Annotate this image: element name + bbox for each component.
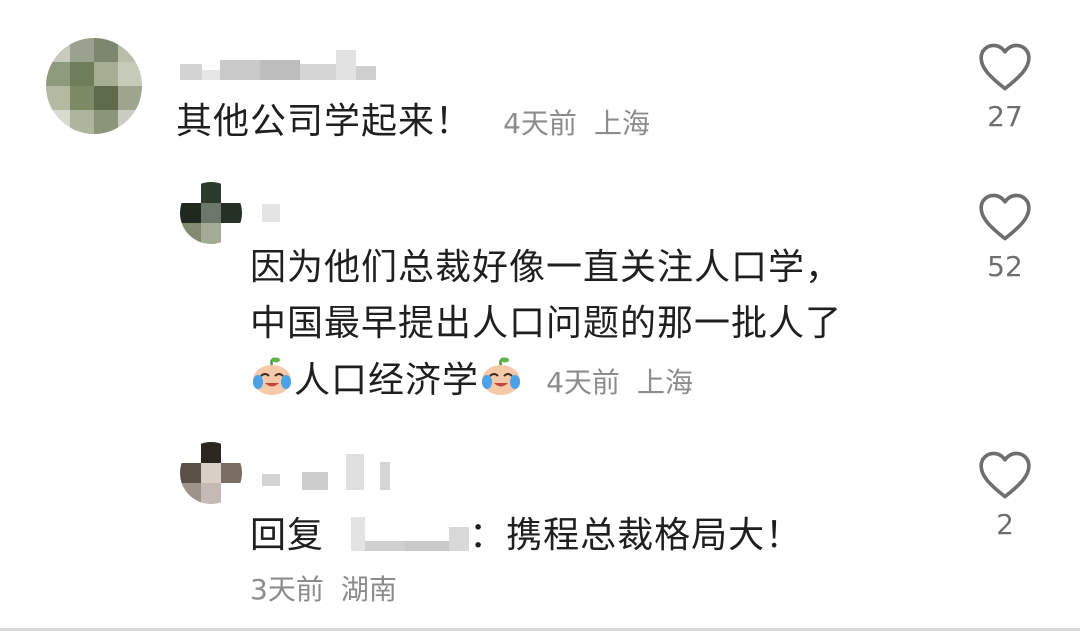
comment-text-line: 中国最早提出人口问题的那一批人了 [250, 303, 843, 344]
avatar[interactable] [180, 442, 242, 504]
comment-time: 4天前 [546, 366, 620, 399]
comment-body[interactable]: 回复 ：携程总裁格局大！ [250, 510, 802, 562]
comment-3: 回复 ：携程总裁格局大！ 3天前 湖南 2 [0, 430, 1080, 630]
comment-2: 因为他们总裁好像一直关注人口学， 中国最早提出人口问题的那一批人了 人口经济学 [0, 170, 1080, 430]
avatar[interactable] [180, 182, 242, 244]
crying-laughing-emoji-icon [250, 354, 294, 398]
heart-outline-icon[interactable] [977, 42, 1033, 92]
comment-location: 上海 [637, 366, 694, 399]
reply-target-username-blurred[interactable] [351, 517, 470, 551]
reply-prefix: 回复 [250, 515, 325, 556]
comment-body[interactable]: 因为他们总裁好像一直关注人口学， 中国最早提出人口问题的那一批人了 人口经济学 [250, 242, 950, 407]
comment-text-line: 因为他们总裁好像一直关注人口学， [250, 247, 843, 288]
avatar[interactable] [46, 38, 142, 134]
reply-colon: ： [469, 515, 507, 556]
comment-body[interactable]: 其他公司学起来！ 4天前 上海 [176, 96, 650, 148]
username-blurred[interactable] [180, 40, 376, 80]
like-button[interactable]: 2 [970, 450, 1040, 541]
like-button[interactable]: 27 [970, 42, 1040, 133]
comment-text: 携程总裁格局大！ [506, 515, 803, 556]
comment-time: 3天前 [250, 573, 324, 606]
crying-laughing-emoji-icon [479, 354, 523, 398]
comment-location: 上海 [594, 107, 651, 140]
username-blurred[interactable] [262, 202, 280, 222]
comment-time: 4天前 [503, 107, 577, 140]
like-count: 52 [987, 250, 1023, 283]
comment-1: 其他公司学起来！ 4天前 上海 27 [0, 0, 1080, 170]
like-count: 2 [996, 508, 1014, 541]
username-blurred[interactable] [262, 442, 390, 490]
comment-location: 湖南 [340, 573, 397, 606]
like-count: 27 [987, 100, 1023, 133]
like-button[interactable]: 52 [970, 192, 1040, 283]
comment-text: 其他公司学起来！ [176, 101, 473, 142]
comment-text-line: 人口经济学 [294, 360, 480, 401]
heart-outline-icon[interactable] [977, 450, 1033, 500]
heart-outline-icon[interactable] [977, 192, 1033, 242]
